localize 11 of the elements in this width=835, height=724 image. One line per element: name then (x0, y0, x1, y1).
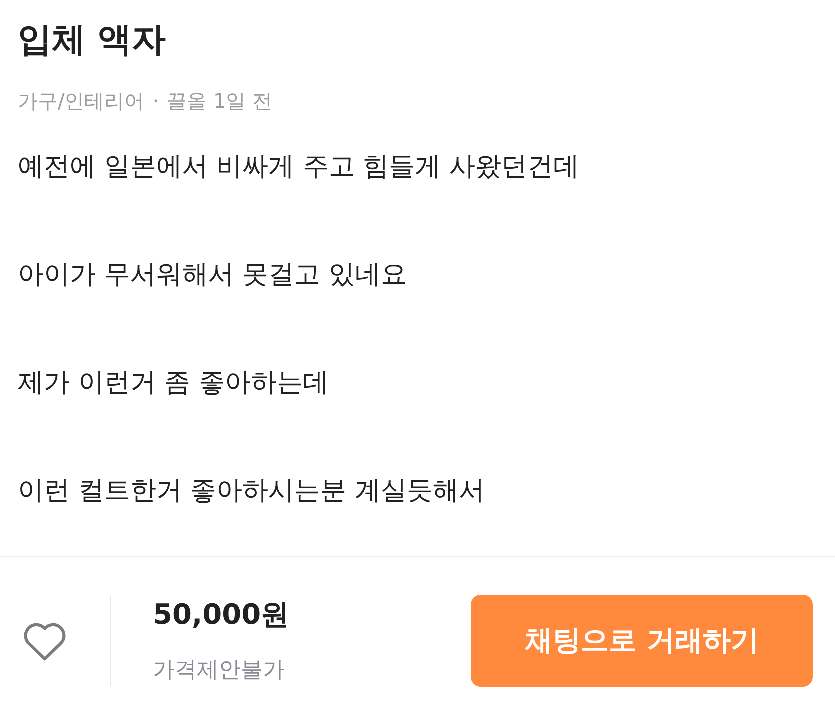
body-text: 예전에 일본에서 비싸게 주고 힘들게 사왔던건데 (18, 151, 580, 184)
body-text: 이런 컬트한거 좋아하시는분 계실듯해서 (18, 475, 486, 508)
post-title: 입체 액자 (18, 19, 167, 62)
body-text: 아이가 무서워해서 못걸고 있네요 (18, 259, 408, 292)
post-time: 끌올 1일 전 (167, 88, 273, 115)
negotiation-note: 가격제안불가 (153, 657, 286, 685)
category-link[interactable]: 가구/인테리어 (18, 86, 145, 116)
price: 50,000원 (153, 597, 290, 633)
chat-trade-button[interactable]: 채팅으로 거래하기 (471, 594, 813, 686)
body-text: 제가 이런거 좀 좋아하는데 (18, 367, 330, 400)
separator-dot: · (152, 88, 160, 115)
